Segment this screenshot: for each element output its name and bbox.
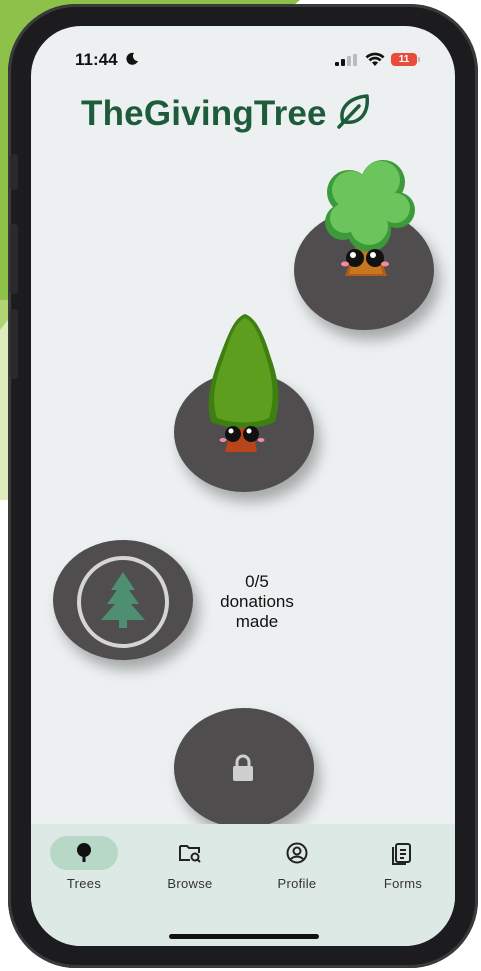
tab-trees-label: Trees <box>66 876 102 891</box>
volume-up-button <box>10 224 18 294</box>
status-bar: 11:44 11 <box>31 26 455 80</box>
leafy-tree-icon <box>325 160 415 276</box>
tab-browse[interactable]: Browse <box>150 836 230 891</box>
pine-tree-icon <box>101 572 145 628</box>
volume-down-button <box>10 309 18 379</box>
cellular-signal-icon <box>335 54 357 66</box>
user-circle-icon <box>286 842 308 864</box>
app-title: TheGivingTree <box>81 94 327 133</box>
progress-label-line1: donations <box>220 592 294 611</box>
app-screen: 11:44 11 TheGivingTree 0/5 donations mad… <box>31 26 455 946</box>
bottom-tab-bar: Trees Browse Profile Forms <box>31 824 455 946</box>
tab-browse-label: Browse <box>167 876 213 891</box>
battery-tip <box>418 57 420 62</box>
tab-profile[interactable]: Profile <box>257 836 337 891</box>
wifi-icon <box>365 52 385 66</box>
tab-trees[interactable]: Trees <box>44 836 124 891</box>
tab-forms[interactable]: Forms <box>363 836 443 891</box>
donation-progress: 0/5 donations made <box>207 572 307 632</box>
leaf-icon <box>337 94 369 129</box>
folder-search-icon <box>179 845 201 863</box>
lock-icon <box>233 754 253 781</box>
locked-tree-node[interactable] <box>174 708 314 828</box>
home-indicator[interactable] <box>169 934 319 939</box>
evergreen-tree-icon <box>208 314 279 452</box>
document-icon <box>392 843 411 865</box>
tree-icon <box>77 843 91 862</box>
mute-switch <box>10 154 18 190</box>
progress-count: 0/5 <box>245 572 269 591</box>
progress-label-line2: made <box>235 612 279 631</box>
tab-profile-label: Profile <box>277 876 317 891</box>
moon-icon <box>126 52 138 65</box>
tab-forms-label: Forms <box>383 876 423 891</box>
battery-indicator: 11 <box>391 53 417 66</box>
current-tree-node[interactable] <box>53 540 193 660</box>
status-time: 11:44 <box>75 50 118 69</box>
